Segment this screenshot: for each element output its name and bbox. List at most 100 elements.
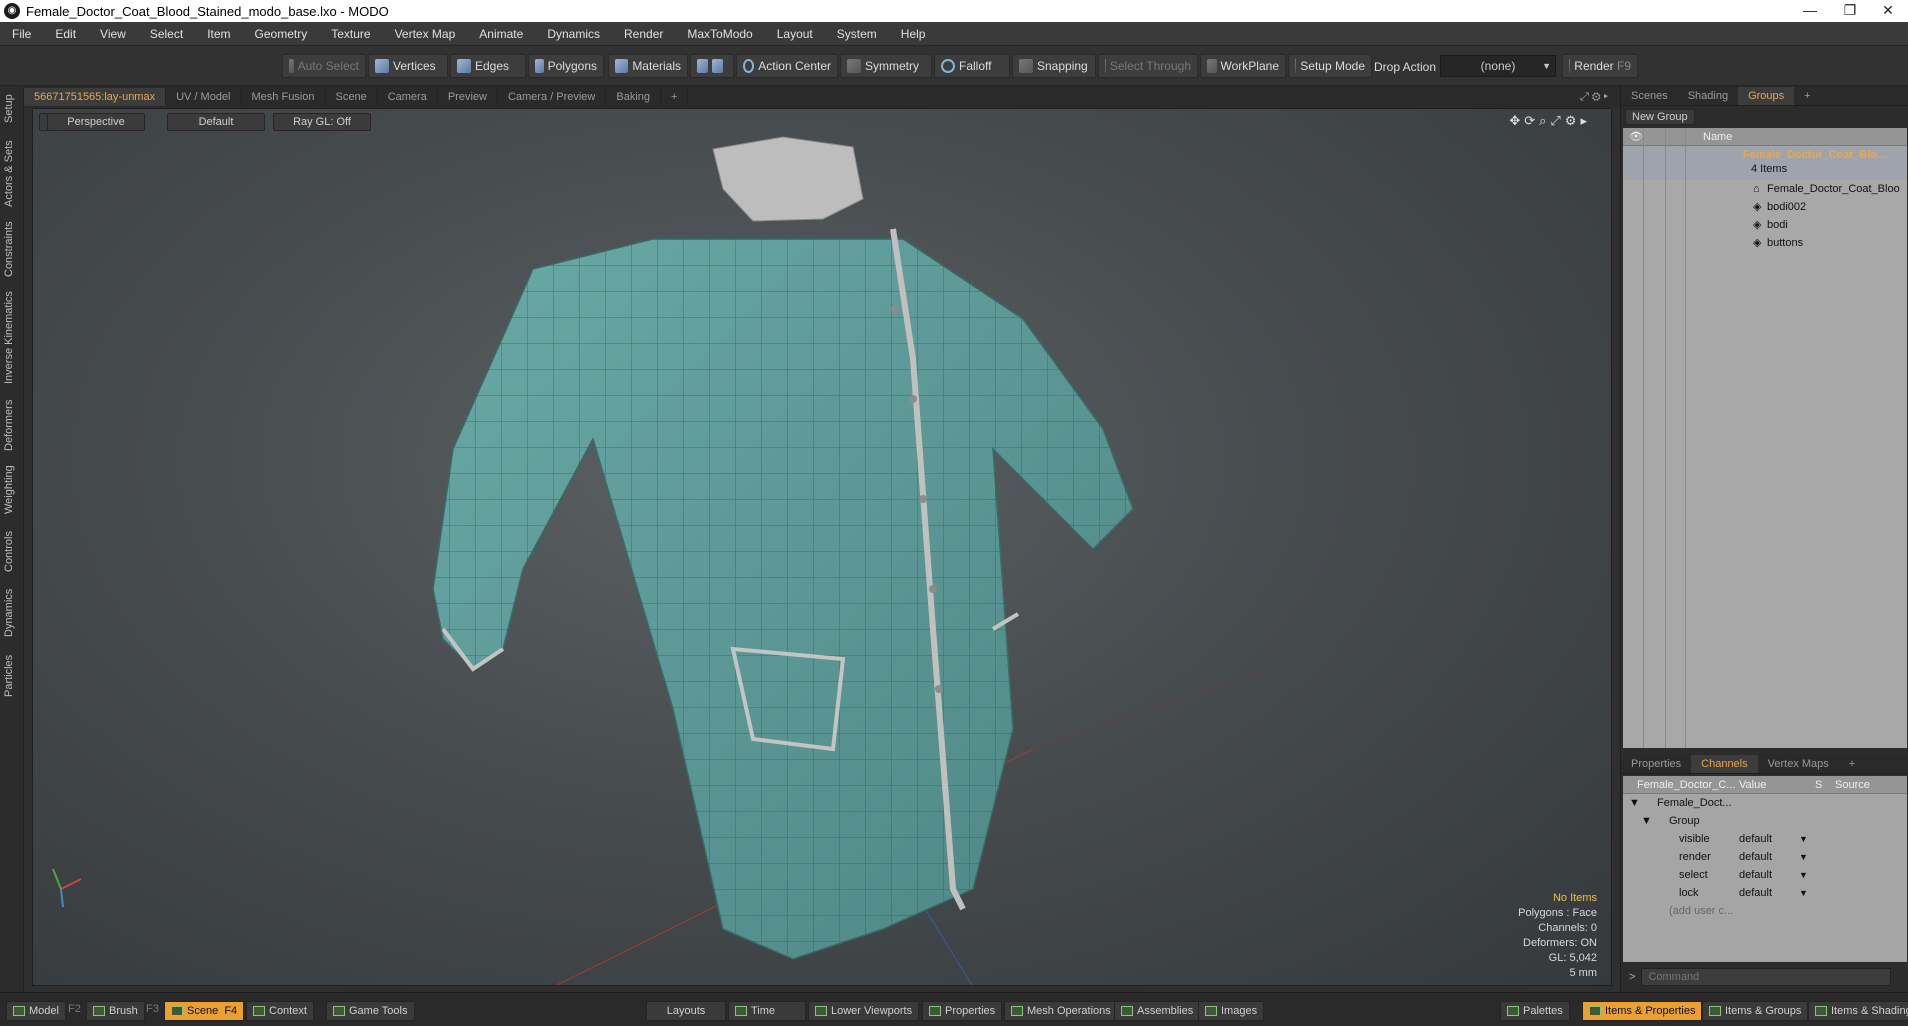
brush-layout-button[interactable]: Brush	[86, 1001, 145, 1021]
menu-dynamics[interactable]: Dynamics	[535, 27, 612, 41]
tab-setup[interactable]: Setup	[3, 92, 21, 126]
channel-row[interactable]: render default ▼	[1623, 848, 1907, 866]
palettes-button[interactable]: Palettes	[1500, 1001, 1570, 1021]
auto-select-button[interactable]: Auto Select	[282, 54, 366, 78]
tab-mesh-fusion[interactable]: Mesh Fusion	[242, 88, 326, 106]
scene-layout-button[interactable]: Scene F4	[164, 1001, 245, 1021]
menu-vertex-map[interactable]: Vertex Map	[383, 27, 468, 41]
images-button[interactable]: Images	[1198, 1001, 1265, 1021]
items-groups-button[interactable]: Items & Groups	[1702, 1001, 1809, 1021]
add-properties-tab-button[interactable]: +	[1839, 755, 1865, 773]
tab-dynamics[interactable]: Dynamics	[3, 586, 21, 640]
tab-camera-preview[interactable]: Camera / Preview	[498, 88, 607, 106]
setup-mode-button[interactable]: Setup Mode	[1288, 54, 1372, 78]
tab-uv-model[interactable]: UV / Model	[166, 88, 242, 106]
symmetry-icon	[847, 59, 861, 73]
menu-animate[interactable]: Animate	[467, 27, 535, 41]
coat-button	[935, 685, 943, 693]
command-input[interactable]	[1641, 968, 1892, 986]
menu-geometry[interactable]: Geometry	[243, 27, 320, 41]
chevron-down-icon[interactable]: ▼	[1799, 866, 1808, 884]
menu-render[interactable]: Render	[612, 27, 675, 41]
tab-particles[interactable]: Particles	[3, 650, 21, 702]
tab-groups[interactable]: Groups	[1738, 86, 1795, 105]
tab-vertex-maps[interactable]: Vertex Maps	[1758, 755, 1839, 773]
menu-system[interactable]: System	[825, 27, 889, 41]
action-center-button[interactable]: Action Center	[736, 54, 838, 78]
assemblies-button[interactable]: Assemblies	[1114, 1001, 1201, 1021]
lower-viewports-button[interactable]: Lower Viewports	[808, 1001, 920, 1021]
layouts-button[interactable]: Layouts	[646, 1001, 726, 1021]
polygons-button[interactable]: Polygons	[528, 54, 604, 78]
menu-view[interactable]: View	[88, 27, 138, 41]
channel-row[interactable]: select default ▼	[1623, 866, 1907, 884]
channel-row[interactable]: visible default ▼	[1623, 830, 1907, 848]
tab-deformers[interactable]: Deformers	[3, 398, 21, 452]
tab-camera[interactable]: Camera	[378, 88, 438, 106]
tab-scene[interactable]: Scene	[326, 88, 378, 106]
menu-item[interactable]: Item	[195, 27, 242, 41]
menu-select[interactable]: Select	[138, 27, 195, 41]
chevron-down-icon[interactable]: ▼	[1799, 884, 1808, 902]
items-shading-button[interactable]: Items & Shading	[1808, 1001, 1908, 1021]
snapping-button[interactable]: Snapping	[1012, 54, 1096, 78]
doctor-coat-mesh[interactable]	[432, 136, 1134, 960]
menu-edit[interactable]: Edit	[43, 27, 88, 41]
menu-layout[interactable]: Layout	[765, 27, 825, 41]
close-icon[interactable]: ✕	[1868, 0, 1908, 22]
channel-item-row[interactable]: ▼ Female_Doct...	[1623, 794, 1907, 812]
mesh-operations-button[interactable]: Mesh Operations	[1004, 1001, 1118, 1021]
restore-icon[interactable]: ❐	[1830, 0, 1870, 22]
game-tools-layout-button[interactable]: Game Tools	[326, 1001, 415, 1021]
chevron-down-icon[interactable]: ▼	[1799, 848, 1808, 866]
materials-button[interactable]: Materials	[608, 54, 688, 78]
menu-file[interactable]: File	[0, 27, 43, 41]
time-button[interactable]: Time	[728, 1001, 806, 1021]
menu-texture[interactable]: Texture	[319, 27, 382, 41]
add-tab-button[interactable]: +	[661, 88, 689, 106]
workplane-button[interactable]: WorkPlane	[1200, 54, 1286, 78]
coat-button	[929, 585, 937, 593]
drop-action-select[interactable]: (none) ▼	[1440, 55, 1556, 77]
context-layout-button[interactable]: Context	[246, 1001, 314, 1021]
vertices-button[interactable]: Vertices	[368, 54, 448, 78]
channel-value[interactable]: default	[1739, 830, 1772, 848]
render-button[interactable]: Render F9	[1562, 54, 1638, 78]
viewport-tab-options-icon[interactable]: ⤢ ⚙ ▸	[1580, 91, 1608, 104]
tab-inverse-kinematics[interactable]: Inverse Kinematics	[3, 290, 21, 386]
menu-maxtomodo[interactable]: MaxToModo	[675, 27, 764, 41]
tab-weighting[interactable]: Weighting	[3, 462, 21, 518]
tab-baking[interactable]: Baking	[606, 88, 662, 106]
channel-group-row[interactable]: ▼ Group	[1623, 812, 1907, 830]
deformer-status: Deformers: ON	[1523, 937, 1597, 949]
tab-scenes[interactable]: Scenes	[1621, 87, 1678, 105]
minimize-icon[interactable]: —	[1790, 0, 1830, 22]
tab-lay-unmax[interactable]: 56671751565:lay-unmax	[24, 88, 167, 106]
tab-preview[interactable]: Preview	[438, 88, 498, 106]
chevron-down-icon[interactable]: ▼	[1799, 830, 1808, 848]
tab-properties[interactable]: Properties	[1621, 755, 1691, 773]
channel-value[interactable]: default	[1739, 884, 1772, 902]
select-mode-buttons[interactable]	[690, 54, 734, 78]
items-properties-button[interactable]: Items & Properties	[1582, 1001, 1703, 1021]
channel-row[interactable]: lock default ▼	[1623, 884, 1907, 902]
tab-constraints[interactable]: Constraints	[3, 220, 21, 278]
new-group-button[interactable]: New Group	[1625, 109, 1695, 125]
falloff-button[interactable]: Falloff	[934, 54, 1010, 78]
tab-actors-sets[interactable]: Actors & Sets	[3, 138, 21, 210]
channel-value[interactable]: default	[1739, 848, 1772, 866]
channel-value[interactable]: default	[1739, 866, 1772, 884]
menu-help[interactable]: Help	[889, 27, 938, 41]
properties-button[interactable]: Properties	[922, 1001, 1003, 1021]
3d-viewport[interactable]: ● Perspective Default Ray GL: Off ✥⟳⌕⤢⚙▸	[32, 108, 1612, 986]
tab-controls[interactable]: Controls	[3, 528, 21, 576]
select-through-button[interactable]: Select Through	[1098, 54, 1198, 78]
materials-icon	[615, 59, 629, 73]
add-user-channel-row[interactable]: (add user c...	[1623, 902, 1907, 920]
model-layout-button[interactable]: Model	[6, 1001, 66, 1021]
symmetry-button[interactable]: Symmetry	[840, 54, 932, 78]
tab-shading[interactable]: Shading	[1678, 87, 1738, 105]
tab-channels[interactable]: Channels	[1691, 754, 1758, 773]
add-panel-tab-button[interactable]: +	[1794, 87, 1820, 105]
edges-button[interactable]: Edges	[450, 54, 526, 78]
